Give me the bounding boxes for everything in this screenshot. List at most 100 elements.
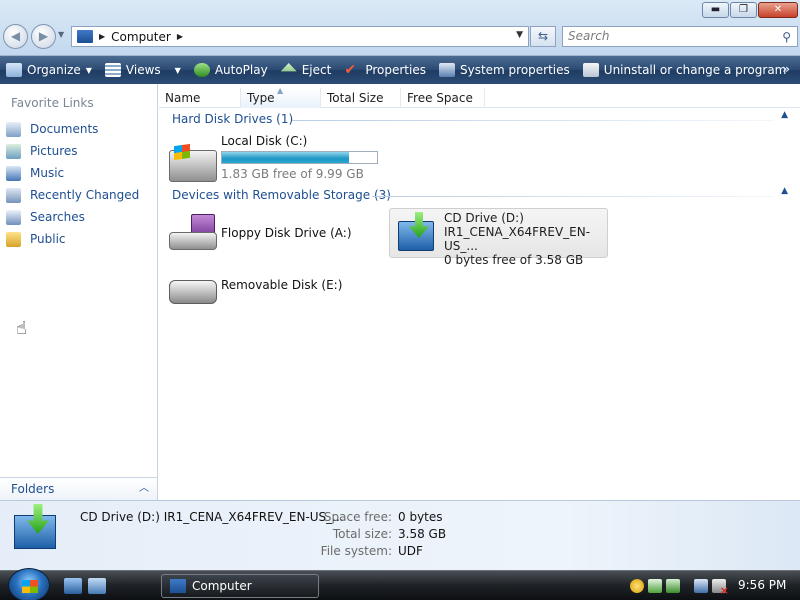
details-total-size: Total size: 3.58 GB <box>292 527 446 541</box>
disk-usage-bar <box>221 151 378 164</box>
taskbar-computer-button[interactable]: Computer <box>161 574 319 598</box>
network-status-icon[interactable] <box>666 579 680 593</box>
address-bar[interactable]: ▶ Computer ▶ ▼ <box>71 26 529 47</box>
eject-label: Eject <box>301 63 332 77</box>
properties-button[interactable]: ✔ Properties <box>344 63 426 77</box>
breadcrumb-separator-icon[interactable]: ▶ <box>99 32 105 41</box>
drive-name: Removable Disk (E:) <box>221 278 343 292</box>
details-pane: CD Drive (D:) IR1_CENA_X64FREV_EN-US_...… <box>0 500 800 570</box>
command-bar: Organize ▼ Views ▼ AutoPlay Eject ✔ Prop… <box>0 56 800 84</box>
eject-icon <box>280 63 297 72</box>
drive-floppy-a[interactable]: Floppy Disk Drive (A:) <box>167 210 377 254</box>
taskbar: Computer 9:56 PM <box>0 568 800 600</box>
column-type-label: Type <box>247 91 275 105</box>
network-icon[interactable] <box>694 579 708 593</box>
security-alert-icon[interactable] <box>630 579 644 593</box>
favorite-documents[interactable]: Documents <box>6 118 139 140</box>
search-icon[interactable]: ⚲ <box>782 28 791 47</box>
details-space-free: Space free: 0 bytes <box>292 510 443 524</box>
eject-button[interactable]: Eject <box>280 63 332 77</box>
group-removable-storage[interactable]: Devices with Removable Storage (3) ▲ <box>172 186 792 204</box>
window-header: ▬ ❐ ✕ ◀ ▶ ▼ ▶ Computer ▶ ▼ ⇆ Search ⚲ <box>0 0 800 56</box>
disk-usage-fill <box>222 152 349 163</box>
group-divider <box>372 196 774 197</box>
address-dropdown-icon[interactable]: ▼ <box>516 30 523 40</box>
column-type[interactable]: Type ▲ <box>241 86 321 108</box>
favorite-recently-changed[interactable]: Recently Changed <box>6 184 139 206</box>
back-button[interactable]: ◀ <box>3 24 28 49</box>
details-key: File system: <box>320 544 392 558</box>
autoplay-label: AutoPlay <box>214 63 268 77</box>
refresh-button[interactable]: ⇆ <box>530 26 556 47</box>
organize-button[interactable]: Organize ▼ <box>6 63 92 77</box>
cd-drive-icon <box>398 212 434 251</box>
favorite-label: Recently Changed <box>30 188 140 202</box>
group-title: Devices with Removable Storage (3) <box>172 188 391 202</box>
uninstall-program-button[interactable]: Uninstall or change a program <box>582 63 786 77</box>
hard-disk-icon <box>169 143 217 182</box>
column-headers: Name Type ▲ Total Size Free Space <box>159 86 800 108</box>
autoplay-icon <box>193 63 210 77</box>
recent-pages-dropdown[interactable]: ▼ <box>58 30 64 39</box>
system-properties-label: System properties <box>459 63 570 77</box>
cd-drive-icon <box>14 504 56 549</box>
computer-icon <box>170 579 186 593</box>
task-label: Computer <box>192 579 252 593</box>
drive-free-space: 0 bytes free of 3.58 GB <box>444 253 584 267</box>
autoplay-button[interactable]: AutoPlay <box>193 63 268 77</box>
recently-changed-icon <box>6 187 21 203</box>
views-label: Views <box>125 63 161 77</box>
details-value: UDF <box>398 544 423 558</box>
column-total-size[interactable]: Total Size <box>321 88 401 108</box>
system-properties-button[interactable]: System properties <box>438 63 570 77</box>
favorite-music[interactable]: Music <box>6 162 139 184</box>
more-commands-icon[interactable]: » <box>782 62 790 76</box>
forward-button[interactable]: ▶ <box>31 24 56 49</box>
breadcrumb-chevron-icon[interactable]: ▶ <box>177 32 183 41</box>
drive-cd-d[interactable]: CD Drive (D:) IR1_CENA_X64FREV_EN-US_...… <box>389 208 608 267</box>
removable-disk-icon <box>169 280 217 304</box>
search-placeholder: Search <box>568 29 610 43</box>
window-controls: ▬ ❐ ✕ <box>702 2 798 18</box>
drive-name: Local Disk (C:) <box>221 134 308 148</box>
clock[interactable]: 9:56 PM <box>738 578 786 592</box>
autoplay-arrow-icon <box>27 504 49 534</box>
group-hard-disk-drives[interactable]: Hard Disk Drives (1) ▲ <box>172 110 792 128</box>
favorite-label: Searches <box>30 210 85 224</box>
maximize-button[interactable]: ❐ <box>730 2 757 18</box>
favorite-public[interactable]: Public <box>6 228 139 250</box>
close-button[interactable]: ✕ <box>758 2 798 18</box>
start-button[interactable] <box>8 568 50 600</box>
breadcrumb-computer[interactable]: Computer <box>111 30 171 44</box>
show-desktop-icon[interactable] <box>64 578 82 594</box>
drive-local-disk-c[interactable]: Local Disk (C:) 1.83 GB free of 9.99 GB <box>167 134 397 184</box>
drive-removable-e[interactable]: Removable Disk (E:) <box>167 274 377 308</box>
chevron-down-icon: ▼ <box>174 65 181 75</box>
chevron-up-icon[interactable]: ▲ <box>781 110 788 120</box>
volume-muted-icon[interactable] <box>712 579 729 597</box>
windows-logo-icon <box>22 580 38 593</box>
column-name[interactable]: Name <box>159 88 241 108</box>
switch-windows-icon[interactable] <box>88 578 106 594</box>
drive-free-space: 1.83 GB free of 9.99 GB <box>221 167 364 181</box>
favorite-pictures[interactable]: Pictures <box>6 140 139 162</box>
properties-label: Properties <box>365 63 426 77</box>
column-free-space[interactable]: Free Space <box>401 88 485 108</box>
drive-volume-label: IR1_CENA_X64FREV_EN-US_... <box>444 225 591 253</box>
group-title: Hard Disk Drives (1) <box>172 112 294 126</box>
windows-defender-icon[interactable] <box>648 579 662 593</box>
views-icon <box>104 63 121 77</box>
chevron-up-icon[interactable]: ▲ <box>781 186 788 196</box>
search-input[interactable]: Search ⚲ <box>562 26 798 47</box>
favorite-label: Documents <box>30 122 99 136</box>
autoplay-arrow-icon <box>409 212 429 238</box>
details-file-system: File system: UDF <box>292 544 423 558</box>
folders-toggle[interactable]: Folders ︿ <box>0 477 157 500</box>
minimize-button[interactable]: ▬ <box>702 2 729 18</box>
music-icon <box>6 165 21 181</box>
computer-icon <box>77 30 93 43</box>
views-button[interactable]: Views ▼ <box>104 63 181 77</box>
favorite-searches[interactable]: Searches <box>6 206 139 228</box>
group-divider <box>292 120 774 121</box>
chevron-up-icon: ︿ <box>139 483 149 494</box>
